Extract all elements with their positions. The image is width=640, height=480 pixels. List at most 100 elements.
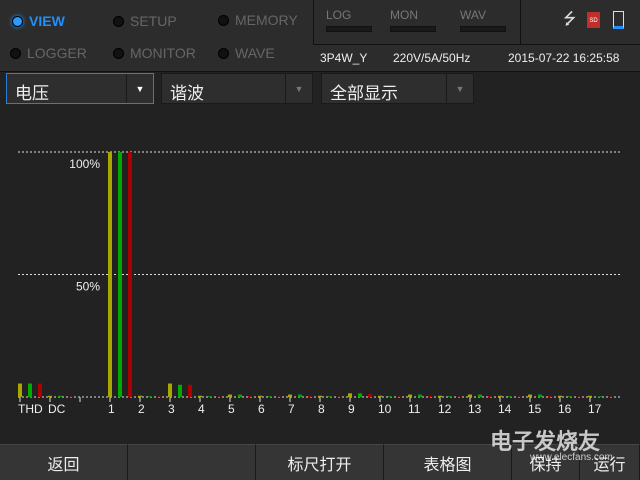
bar-7-phase1 <box>288 394 292 397</box>
bar-5-phase3 <box>248 395 252 397</box>
bar-15-phase2 <box>538 394 542 397</box>
bar-13-phase2 <box>478 394 482 397</box>
bar-3-phase2 <box>178 384 182 397</box>
bar-15-phase3 <box>548 395 552 397</box>
x-tick-label: 12 <box>438 402 452 416</box>
mode-label: SETUP <box>130 13 177 29</box>
status-panel: LOG MON WAV ⭍ SD <box>313 0 640 44</box>
mode-monitor[interactable]: MONITOR <box>113 45 196 61</box>
x-tick-label: 7 <box>288 402 295 416</box>
mode-view[interactable]: VIEW <box>12 13 65 29</box>
bar-15-phase1 <box>528 394 532 397</box>
select-value: 谐波 <box>170 84 204 103</box>
led-icon <box>218 47 229 59</box>
x-tick-label: 11 <box>408 402 421 416</box>
led-icon <box>12 15 23 27</box>
indicator-label: LOG <box>326 8 352 22</box>
bar-14-phase1 <box>498 395 502 397</box>
bar-4-phase1 <box>198 395 202 397</box>
bar-13-phase1 <box>468 394 472 397</box>
bar-3-phase3 <box>188 384 192 397</box>
wiring-mode: 3P4W_Y <box>320 51 368 65</box>
watermark-url: www.elecfans.com <box>530 452 613 463</box>
x-tick-label: DC <box>48 402 66 416</box>
bar-17-phase2 <box>598 396 602 397</box>
mode-logger[interactable]: LOGGER <box>10 45 87 61</box>
bar-THD-phase2 <box>28 383 32 397</box>
y-tick-label: 50% <box>76 280 100 294</box>
led-icon <box>10 47 21 59</box>
bar-DC-phase1 <box>48 395 52 397</box>
bar-9-phase1 <box>348 393 352 397</box>
empty-softkey[interactable] <box>128 444 256 480</box>
led-icon <box>218 14 229 26</box>
x-tick-label: 5 <box>228 402 235 416</box>
bar-12-phase1 <box>438 395 442 397</box>
datetime: 2015-07-22 16:25:58 <box>508 51 620 65</box>
mode-label: MEMORY <box>235 12 298 28</box>
harmonic-chart: 100%50%THD DC 1 2 3 4 5 6 7 8 9 10 11 12 13 14 15 16 17 <box>18 151 622 416</box>
x-tick-label: 17 <box>588 402 602 416</box>
bar-9-phase3 <box>368 394 372 397</box>
indicator-mon: MON <box>390 8 436 32</box>
x-tick-label: 10 <box>378 402 392 416</box>
bar-7-phase3 <box>308 395 312 397</box>
bar-9-phase2 <box>358 393 362 397</box>
mode-memory[interactable]: MEMORY <box>218 12 298 28</box>
sd-card-icon: SD <box>587 12 600 28</box>
bar-10-phase1 <box>378 395 382 397</box>
x-tick-label: 8 <box>318 402 325 416</box>
mode-label: MONITOR <box>130 45 196 61</box>
x-tick-label: 6 <box>258 402 265 416</box>
usb-icon: ⭍ <box>563 11 577 28</box>
x-tick-label: 16 <box>558 402 572 416</box>
device-icons: ⭍ SD <box>520 0 640 44</box>
led-icon <box>113 47 124 59</box>
led-icon <box>113 15 124 27</box>
x-tick-label: 2 <box>138 402 145 416</box>
bar-13-phase3 <box>488 395 492 397</box>
mode-label: LOGGER <box>27 45 87 61</box>
view-select[interactable]: 谐波 ▼ <box>161 73 313 104</box>
bar-16-phase2 <box>568 396 572 397</box>
watermark-text: 电子发烧友 <box>490 429 601 454</box>
bar-16-phase1 <box>558 395 562 397</box>
select-value: 电压 <box>15 84 49 103</box>
bar-DC-phase2 <box>58 395 62 397</box>
back-button[interactable]: 返回 <box>0 444 128 480</box>
bar-6-phase2 <box>268 396 272 397</box>
x-tick-label: THD <box>18 402 43 416</box>
indicator-log: LOG <box>326 8 372 32</box>
info-bar: 3P4W_Y 220V/5A/50Hz 2015-07-22 16:25:58 <box>313 44 640 72</box>
mode-setup[interactable]: SETUP <box>113 13 177 29</box>
bar-THD-phase1 <box>18 383 22 397</box>
mode-label: VIEW <box>29 13 65 29</box>
chevron-down-icon: ▼ <box>446 74 473 103</box>
x-tick-label: 14 <box>498 402 512 416</box>
x-tick-label: 13 <box>468 402 482 416</box>
bar-11-phase2 <box>418 394 422 397</box>
bar-5-phase2 <box>238 394 242 397</box>
display-select[interactable]: 全部显示 ▼ <box>321 73 474 104</box>
x-tick-label: 4 <box>198 402 205 416</box>
bar-8-phase2 <box>328 396 332 397</box>
bar-14-phase2 <box>508 396 512 397</box>
bar-7-phase2 <box>298 394 302 397</box>
bar-8-phase1 <box>318 395 322 397</box>
bar-2-phase1 <box>138 395 142 397</box>
bar-3-phase1 <box>168 383 172 397</box>
ruler-toggle-button[interactable]: 标尺打开 <box>256 444 384 480</box>
x-tick-label: 1 <box>108 402 115 416</box>
bar-11-phase1 <box>408 394 412 397</box>
indicator-label: WAV <box>460 8 486 22</box>
battery-icon <box>613 11 624 29</box>
parameter-select[interactable]: 电压 ▼ <box>6 73 154 104</box>
bar-1-phase1 <box>108 152 112 397</box>
bar-6-phase1 <box>258 395 262 397</box>
x-tick-label: 3 <box>168 402 175 416</box>
bar-17-phase1 <box>588 395 592 397</box>
y-tick-label: 100% <box>69 157 100 171</box>
bar-2-phase2 <box>148 396 152 397</box>
indicator-wav: WAV <box>460 8 506 32</box>
mode-wave[interactable]: WAVE <box>218 45 275 61</box>
